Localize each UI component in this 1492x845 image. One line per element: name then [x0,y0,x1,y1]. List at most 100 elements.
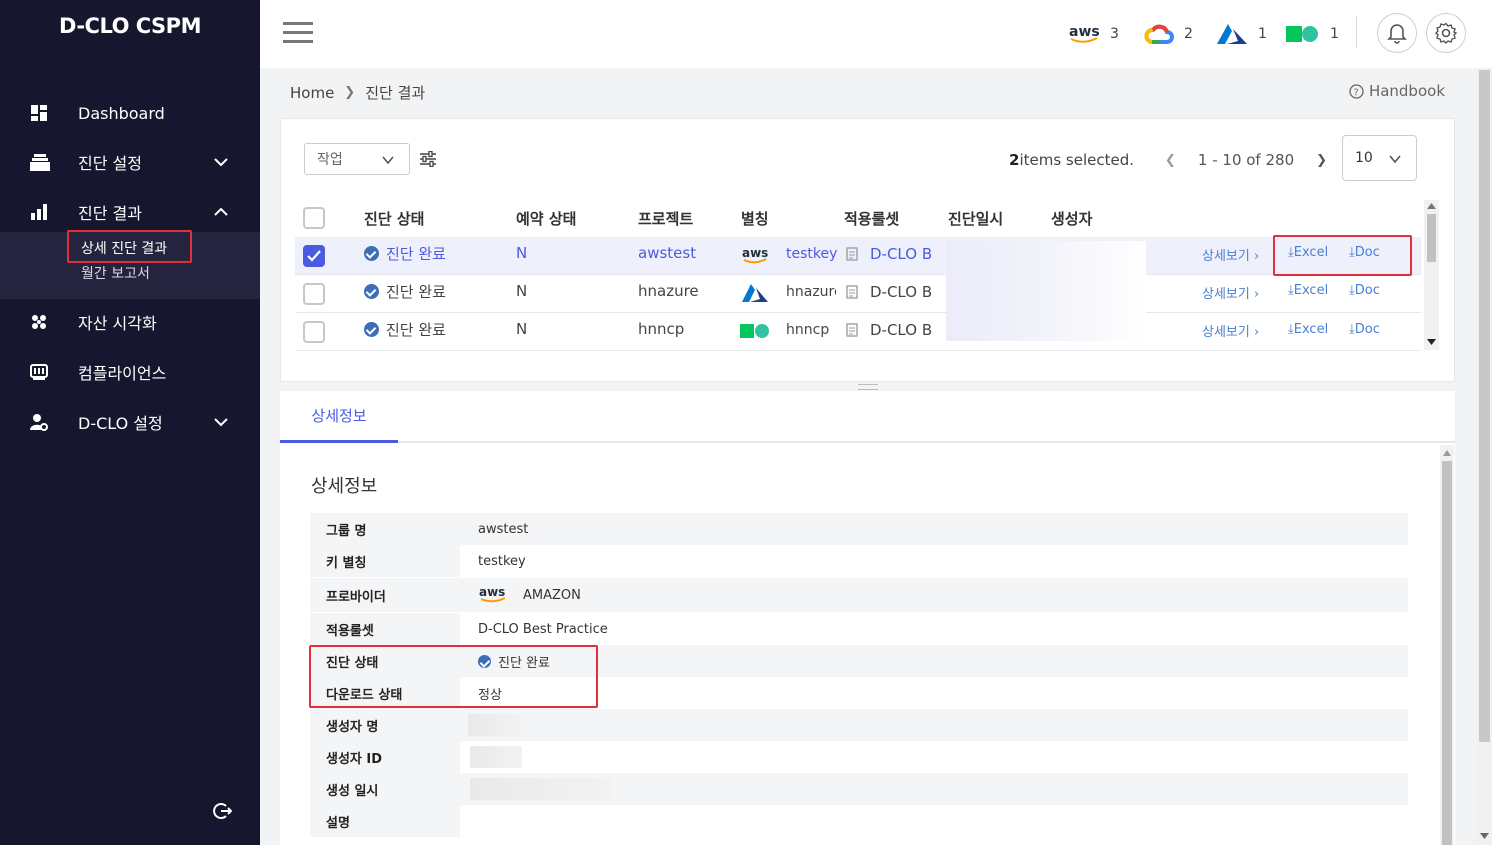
selection-info: 2items selected. [1009,151,1134,169]
detail-label: 설명 [310,805,460,837]
row-project: awstest [638,244,697,262]
nav-dashboard[interactable]: Dashboard [0,95,260,131]
notification-button[interactable] [1377,13,1417,53]
redacted-area [946,241,1146,341]
cloud-count-azure[interactable]: 1 [1216,22,1267,46]
redacted-value [470,778,612,800]
scroll-down-icon[interactable] [1427,339,1436,345]
azure-icon [742,284,768,302]
table-row[interactable]: 진단 완료 N hnncp hnncp D-CLO B 상세보기 › ⤓Exce… [295,313,1421,351]
nav-scan-results[interactable]: 진단 결과 [0,194,260,230]
network-icon [32,315,46,329]
detail-link[interactable]: 상세보기 › [1202,321,1259,340]
col-scan-date[interactable]: 진단일시 [948,208,1003,229]
col-reserve[interactable]: 예약 상태 [516,208,576,229]
excel-download-link[interactable]: ⤓Excel [1288,283,1328,298]
detail-row-creator-name: 생성자 명 [310,709,1408,741]
col-status[interactable]: 진단 상태 [364,208,424,229]
redacted-value [468,714,520,736]
page-size-select[interactable]: 10 [1342,135,1417,181]
detail-scrollbar-thumb[interactable] [1442,461,1452,845]
prev-page-icon[interactable]: ❮ [1165,153,1176,168]
check-circle-icon [364,322,379,337]
panel-resize-handle[interactable] [858,384,878,390]
check-circle-icon [364,246,379,261]
gear-icon [1435,22,1457,44]
detail-row-provider: 프로바이더 aws AMAZON [310,578,1408,612]
doc-download-link[interactable]: ⤓Doc [1349,283,1380,298]
select-all-checkbox[interactable] [303,207,325,229]
row-ruleset: D-CLO B [870,321,933,339]
svg-text:aws: aws [479,585,505,599]
breadcrumb-home[interactable]: Home [290,84,334,102]
scroll-down-icon[interactable] [1480,833,1489,839]
detail-row-key-alias: 키 별칭 testkey [310,545,1408,577]
check-circle-icon [364,284,379,299]
document-icon [846,247,858,261]
nav-scan-results-label: 진단 결과 [78,204,142,223]
col-project[interactable]: 프로젝트 [638,208,693,229]
table-row[interactable]: 진단 완료 N awstest aws testkey D-CLO B 상세보기… [295,237,1421,275]
page-scrollbar-thumb[interactable] [1479,70,1490,742]
compliance-icon [30,364,48,380]
detail-link[interactable]: 상세보기 › [1202,245,1259,264]
settings-button[interactable] [1426,13,1466,53]
row-checkbox[interactable] [303,321,325,343]
pagination: ❮ 1 - 10 of 280 ❯ [1165,151,1327,169]
row-checkbox[interactable] [303,283,325,305]
next-page-icon[interactable]: ❯ [1316,153,1327,168]
highlight-box-status [309,645,598,708]
cloud-count-gcp[interactable]: 2 [1144,22,1193,46]
row-status: 진단 완료 [364,243,446,264]
table-row[interactable]: 진단 완료 N hnazure hnazure D-CLO B 상세보기 › ⤓… [295,275,1421,313]
action-select[interactable]: 작업 [304,143,410,175]
cloud-count-aws[interactable]: aws 3 [1068,22,1119,46]
scroll-up-icon[interactable] [1443,450,1451,456]
nav-compliance[interactable]: 컴플라이언스 [0,354,260,390]
detail-link-label: 상세보기 [1202,287,1250,302]
nav-dclo-settings[interactable]: D-CLO 설정 [0,404,260,440]
detail-link[interactable]: 상세보기 › [1202,283,1259,302]
scroll-up-icon[interactable] [1427,203,1436,209]
detail-label: 그룹 명 [310,513,460,545]
hamburger-menu-icon[interactable] [283,20,313,44]
page-scrollbar[interactable] [1477,68,1492,845]
filter-sliders-icon[interactable] [419,151,437,167]
col-creator[interactable]: 생성자 [1051,208,1092,229]
col-ruleset[interactable]: 적용룰셋 [844,208,899,229]
table-scrollbar[interactable] [1424,200,1439,350]
nav-sub-monthly-report[interactable]: 월간 보고서 [81,263,150,283]
detail-row-description: 설명 [310,805,1408,837]
handbook-link[interactable]: ? Handbook [1349,82,1445,100]
nav-asset-visualization-label: 자산 시각화 [78,314,157,333]
breadcrumb: Home ❯ 진단 결과 [290,82,425,103]
cloud-count-ncp[interactable]: 1 [1286,22,1339,46]
row-status-label: 진단 완료 [386,283,446,301]
aws-count: 3 [1110,26,1119,42]
chevron-down-icon [214,418,228,427]
tab-detail-info[interactable]: 상세정보 [280,391,398,443]
row-project: hnncp [638,320,685,338]
ncp-icon [740,324,769,338]
row-status-label: 진단 완료 [386,321,446,339]
nav-scan-settings[interactable]: 진단 설정 [0,144,260,180]
col-alias[interactable]: 별칭 [741,208,769,229]
detail-scrollbar[interactable] [1440,445,1454,845]
top-header: aws 3 2 1 1 [260,0,1492,68]
checkmark-icon [307,250,321,262]
detail-value [468,709,520,741]
gcp-count: 2 [1184,26,1193,42]
doc-download-link[interactable]: ⤓Doc [1349,322,1380,337]
row-checkbox[interactable] [303,245,325,267]
excel-download-link[interactable]: ⤓Excel [1288,322,1328,337]
nav-asset-visualization[interactable]: 자산 시각화 [0,304,260,340]
document-icon [846,323,858,337]
table-scrollbar-thumb[interactable] [1427,214,1436,262]
row-status: 진단 완료 [364,281,446,302]
ncp-icon [1286,26,1318,42]
logout-icon[interactable] [212,801,232,821]
detail-row-created-at: 생성 일시 [310,773,1408,805]
row-ruleset: D-CLO B [870,283,933,301]
row-status: 진단 완료 [364,319,446,340]
excel-link-label: Excel [1293,283,1329,298]
